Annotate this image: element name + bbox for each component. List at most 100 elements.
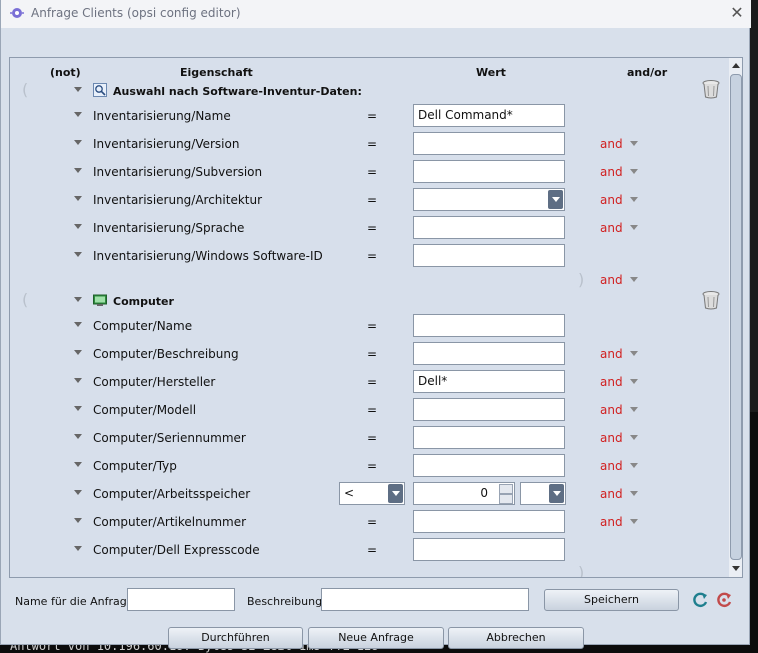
cancel-button[interactable]: Abbrechen bbox=[448, 627, 584, 649]
group-computer: Computer bbox=[10, 288, 730, 316]
andor-dropdown-icon[interactable] bbox=[630, 463, 638, 468]
title-bar: Anfrage Clients (opsi config editor) ✕ bbox=[1, 0, 751, 28]
not-toggle-icon[interactable] bbox=[74, 490, 82, 495]
andor-label: and bbox=[600, 431, 623, 445]
not-toggle-icon[interactable] bbox=[74, 462, 82, 467]
operator: = bbox=[367, 431, 378, 445]
andor-label: and bbox=[600, 137, 623, 151]
andor-dropdown-icon[interactable] bbox=[630, 379, 638, 384]
property-label: Inventarisierung/Architektur bbox=[93, 193, 263, 207]
row-comp-dell: Computer/Dell Expresscode = bbox=[10, 537, 730, 565]
andor-dropdown-icon[interactable] bbox=[630, 197, 638, 202]
andor-dropdown-icon[interactable] bbox=[630, 141, 638, 146]
scroll-down-icon[interactable] bbox=[730, 561, 742, 575]
memory-spinner[interactable]: 0 bbox=[413, 482, 515, 505]
value-input[interactable]: Dell* bbox=[413, 370, 565, 393]
save-button[interactable]: Speichern bbox=[544, 589, 679, 611]
value-input[interactable] bbox=[413, 216, 565, 239]
not-toggle-icon[interactable] bbox=[74, 224, 82, 229]
property-label: Inventarisierung/Sprache bbox=[93, 221, 245, 235]
trash-icon[interactable] bbox=[702, 79, 720, 99]
value-input[interactable] bbox=[413, 160, 565, 183]
architecture-combo[interactable] bbox=[413, 188, 565, 211]
row-comp-name: Computer/Name = bbox=[10, 313, 730, 341]
property-label: Computer/Name bbox=[93, 319, 193, 333]
value-input[interactable] bbox=[413, 132, 565, 155]
andor-dropdown-icon[interactable] bbox=[630, 435, 638, 440]
value-input[interactable] bbox=[413, 314, 565, 337]
group-label: Computer bbox=[113, 295, 174, 308]
not-toggle-icon[interactable] bbox=[74, 297, 82, 302]
not-toggle-icon[interactable] bbox=[74, 252, 82, 257]
description-input[interactable] bbox=[321, 588, 529, 611]
not-toggle-icon[interactable] bbox=[74, 322, 82, 327]
chevron-down-icon[interactable] bbox=[548, 190, 563, 209]
trash-icon[interactable] bbox=[702, 290, 720, 310]
value-input[interactable]: Dell Command* bbox=[413, 104, 565, 127]
not-toggle-icon[interactable] bbox=[74, 168, 82, 173]
andor-label: and bbox=[600, 487, 623, 501]
operator-combo[interactable]: < bbox=[339, 482, 405, 505]
new-query-button[interactable]: Neue Anfrage bbox=[308, 627, 444, 649]
vertical-scrollbar[interactable] bbox=[729, 58, 742, 577]
run-button[interactable]: Durchführen bbox=[168, 627, 303, 649]
property-label: Computer/Seriennummer bbox=[93, 431, 246, 445]
query-name-input[interactable] bbox=[127, 588, 235, 611]
magnifier-icon bbox=[93, 83, 107, 97]
value-input[interactable] bbox=[413, 342, 565, 365]
row-comp-modell: Computer/Modell = and bbox=[10, 397, 730, 425]
not-toggle-icon[interactable] bbox=[74, 112, 82, 117]
close-icon[interactable]: ✕ bbox=[727, 3, 747, 23]
spinner-down-icon[interactable] bbox=[499, 494, 513, 504]
operator: = bbox=[367, 459, 378, 473]
property-label: Computer/Arbeitsspeicher bbox=[93, 487, 251, 501]
value-input[interactable] bbox=[413, 398, 565, 421]
background-terminal-edge bbox=[750, 412, 758, 652]
andor-dropdown-icon[interactable] bbox=[630, 225, 638, 230]
spinner-up-icon[interactable] bbox=[499, 484, 513, 494]
value-input[interactable] bbox=[413, 510, 565, 533]
andor-dropdown-icon[interactable] bbox=[630, 169, 638, 174]
andor-dropdown-icon[interactable] bbox=[630, 519, 638, 524]
andor-label: and bbox=[600, 221, 623, 235]
andor-dropdown-icon[interactable] bbox=[630, 407, 638, 412]
not-toggle-icon[interactable] bbox=[74, 518, 82, 523]
query-panel: (not) Eigenschaft Wert and/or ( Auswahl … bbox=[9, 57, 743, 578]
operator: = bbox=[367, 221, 378, 235]
operator: = bbox=[367, 137, 378, 151]
row-comp-artikel: Computer/Artikelnummer = and bbox=[10, 509, 730, 537]
value-input[interactable] bbox=[413, 454, 565, 477]
not-toggle-icon[interactable] bbox=[74, 87, 82, 92]
property-label: Inventarisierung/Windows Software-ID bbox=[93, 249, 323, 263]
row-comp-speicher: Computer/Arbeitsspeicher < 0 and bbox=[10, 481, 730, 509]
unit-combo[interactable] bbox=[520, 482, 566, 505]
row-inv-version: Inventarisierung/Version = and bbox=[10, 131, 730, 159]
not-toggle-icon[interactable] bbox=[74, 378, 82, 383]
not-toggle-icon[interactable] bbox=[74, 434, 82, 439]
reload-icon[interactable] bbox=[691, 591, 709, 609]
query-window: Anfrage Clients (opsi config editor) ✕ (… bbox=[0, 0, 751, 649]
property-label: Computer/Beschreibung bbox=[93, 347, 239, 361]
andor-dropdown-icon[interactable] bbox=[630, 277, 638, 282]
value-input[interactable] bbox=[413, 538, 565, 561]
reset-icon[interactable] bbox=[715, 591, 733, 609]
andor-label: and bbox=[600, 193, 623, 207]
property-label: Computer/Typ bbox=[93, 459, 177, 473]
andor-dropdown-icon[interactable] bbox=[630, 491, 638, 496]
value-input[interactable] bbox=[413, 244, 565, 267]
property-label: Computer/Modell bbox=[93, 403, 197, 417]
not-toggle-icon[interactable] bbox=[74, 140, 82, 145]
row-comp-typ: Computer/Typ = and bbox=[10, 453, 730, 481]
chevron-down-icon[interactable] bbox=[388, 484, 403, 503]
andor-dropdown-icon[interactable] bbox=[630, 351, 638, 356]
scroll-up-icon[interactable] bbox=[730, 59, 742, 73]
not-toggle-icon[interactable] bbox=[74, 350, 82, 355]
andor-label: and bbox=[600, 403, 623, 417]
not-toggle-icon[interactable] bbox=[74, 406, 82, 411]
value-input[interactable] bbox=[413, 426, 565, 449]
chevron-down-icon[interactable] bbox=[549, 484, 564, 503]
scroll-thumb[interactable] bbox=[730, 74, 742, 560]
not-toggle-icon[interactable] bbox=[74, 196, 82, 201]
property-label: Computer/Dell Expresscode bbox=[93, 543, 260, 557]
not-toggle-icon[interactable] bbox=[74, 546, 82, 551]
